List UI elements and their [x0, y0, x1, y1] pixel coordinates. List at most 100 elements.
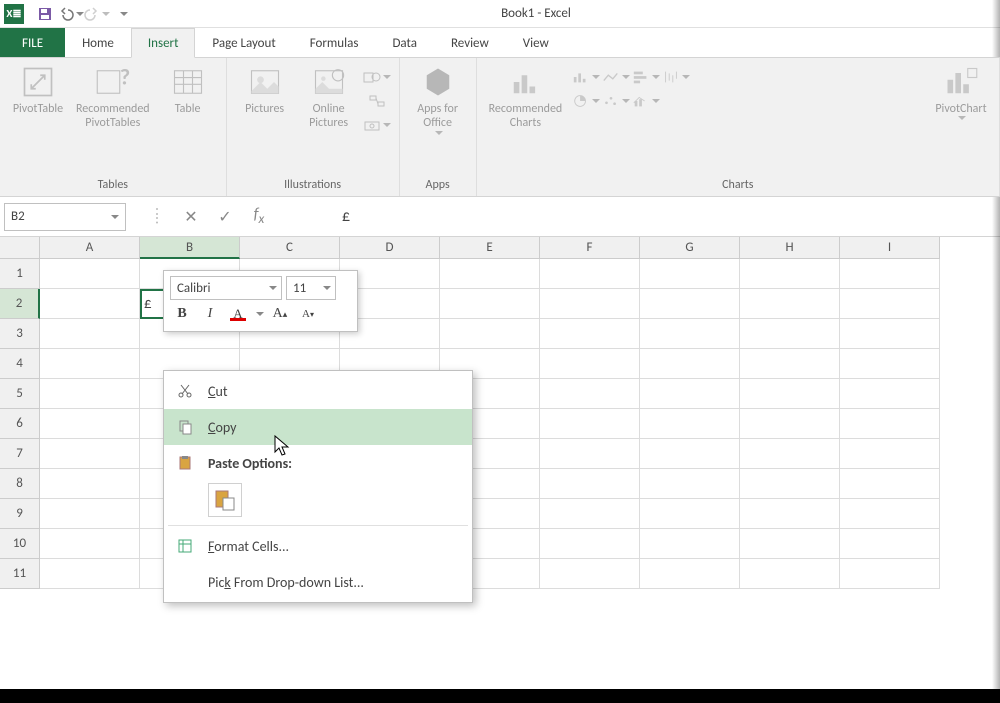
pivotchart-icon: [943, 64, 979, 100]
font-name-value: Calibri: [177, 281, 210, 296]
row-header-1[interactable]: 1: [0, 259, 40, 289]
italic-button[interactable]: I: [198, 302, 222, 326]
col-header-A[interactable]: A: [40, 237, 140, 259]
recommended-pivottables-icon: ?: [95, 64, 131, 100]
excel-logo: X≣: [4, 4, 24, 24]
pie-chart-button[interactable]: [572, 90, 600, 112]
shapes-button[interactable]: [363, 66, 391, 88]
cm-pick-label: Pick From Drop-down List...: [208, 574, 364, 591]
tab-data[interactable]: Data: [375, 28, 434, 58]
shrink-font-button[interactable]: A▾: [296, 302, 320, 326]
cm-copy: Copy: [164, 409, 472, 445]
cm-paste-header: Paste Options:: [164, 445, 472, 481]
row-header-9[interactable]: 9: [0, 499, 40, 529]
col-header-F[interactable]: F: [540, 237, 640, 259]
screenshot-button[interactable]: [363, 114, 391, 136]
table-icon: [170, 64, 206, 100]
group-apps: Apps for Office Apps: [400, 58, 477, 196]
group-charts: Recommended Charts PivotChart: [477, 58, 1000, 196]
cm-cut[interactable]: CuCutt: [164, 373, 472, 409]
tab-review[interactable]: Review: [434, 28, 506, 58]
col-header-I[interactable]: I: [840, 237, 940, 259]
row-header-11[interactable]: 11: [0, 559, 40, 589]
table-button[interactable]: Table: [158, 62, 218, 118]
online-pictures-button[interactable]: Online Pictures: [299, 62, 359, 133]
ribbon-tabs: FILE Home Insert Page Layout Formulas Da…: [0, 28, 1000, 58]
row-header-10[interactable]: 10: [0, 529, 40, 559]
cm-format-cells[interactable]: Format Cells...: [164, 528, 472, 564]
row-header-4[interactable]: 4: [0, 349, 40, 379]
cm-separator: [168, 525, 468, 526]
group-tables: PivotTable ? Recommended PivotTables Tab…: [0, 58, 227, 196]
tab-view[interactable]: View: [506, 28, 566, 58]
tab-formulas[interactable]: Formulas: [293, 28, 376, 58]
bar-chart-button[interactable]: [632, 66, 660, 88]
mini-toolbar: Calibri 11 B I A A▴ A▾: [163, 270, 358, 332]
combo-chart-button[interactable]: [632, 90, 660, 112]
row-header-7[interactable]: 7: [0, 439, 40, 469]
row-header-2[interactable]: 2: [0, 289, 40, 319]
cm-paste-options-label: Paste Options:: [208, 455, 292, 472]
group-tables-label: Tables: [8, 178, 218, 194]
group-illustrations: Pictures Online Pictures Illustrations: [227, 58, 400, 196]
scatter-chart-button[interactable]: [602, 90, 630, 112]
enter-formula-icon[interactable]: ✓: [210, 207, 240, 227]
col-header-B[interactable]: B: [140, 237, 240, 259]
row-header-6[interactable]: 6: [0, 409, 40, 439]
col-header-C[interactable]: C: [240, 237, 340, 259]
formula-bar: B2 ⁞ ✕ ✓ fx £: [0, 197, 1000, 237]
col-header-E[interactable]: E: [440, 237, 540, 259]
font-size-combo[interactable]: 11: [286, 276, 336, 300]
recommended-pivottables-button[interactable]: ? Recommended PivotTables: [72, 62, 154, 133]
scissors-icon: [174, 380, 196, 402]
pivotchart-button[interactable]: PivotChart: [931, 62, 991, 122]
column-headers: A B C D E F G H I: [40, 237, 1000, 259]
select-all-button[interactable]: [0, 237, 40, 259]
font-combo[interactable]: Calibri: [170, 276, 282, 300]
format-cells-icon: [174, 535, 196, 557]
fx-icon[interactable]: fx: [244, 205, 274, 227]
blank-icon: [174, 571, 196, 593]
smartart-button[interactable]: [363, 90, 391, 112]
grow-font-button[interactable]: A▴: [268, 302, 292, 326]
col-header-G[interactable]: G: [640, 237, 740, 259]
cm-pick-from-list[interactable]: Pick From Drop-down List...: [164, 564, 472, 600]
tab-insert[interactable]: Insert: [131, 28, 196, 58]
row-header-8[interactable]: 8: [0, 469, 40, 499]
col-header-D[interactable]: D: [340, 237, 440, 259]
name-box-dropdown-icon[interactable]: [111, 215, 119, 219]
column-chart-button[interactable]: [572, 66, 600, 88]
undo-button[interactable]: [58, 2, 84, 26]
insert-name-icon[interactable]: ⁞: [142, 207, 172, 226]
copy-icon: [174, 416, 196, 438]
font-color-button[interactable]: A: [226, 302, 250, 326]
row-header-5[interactable]: 5: [0, 379, 40, 409]
bold-button[interactable]: B: [170, 302, 194, 326]
cancel-formula-icon[interactable]: ✕: [176, 207, 206, 227]
cm-format-cells-label: Format Cells...: [208, 538, 289, 555]
pictures-icon: [247, 64, 283, 100]
ribbon-insert: PivotTable ? Recommended PivotTables Tab…: [0, 57, 1000, 197]
name-box[interactable]: B2: [4, 203, 126, 231]
save-button[interactable]: [32, 2, 58, 26]
cm-paste-options: [164, 481, 472, 523]
pivottable-button[interactable]: PivotTable: [8, 62, 68, 118]
tab-file[interactable]: FILE: [0, 28, 65, 58]
tab-home[interactable]: Home: [65, 28, 131, 58]
row-header-3[interactable]: 3: [0, 319, 40, 349]
recommended-charts-button[interactable]: Recommended Charts: [485, 62, 567, 133]
recommended-charts-icon: [507, 64, 543, 100]
stock-chart-button[interactable]: [662, 66, 690, 88]
redo-button[interactable]: [84, 2, 110, 26]
apps-for-office-button[interactable]: Apps for Office: [408, 62, 468, 137]
font-color-dropdown-icon[interactable]: [256, 312, 264, 316]
customize-qat[interactable]: [110, 2, 136, 26]
formula-input[interactable]: £: [334, 203, 996, 231]
col-header-H[interactable]: H: [740, 237, 840, 259]
online-pictures-icon: [311, 64, 347, 100]
paste-option-default[interactable]: [208, 483, 242, 517]
pictures-button[interactable]: Pictures: [235, 62, 295, 118]
tab-page-layout[interactable]: Page Layout: [195, 28, 292, 58]
line-chart-button[interactable]: [602, 66, 630, 88]
group-apps-label: Apps: [408, 178, 468, 194]
